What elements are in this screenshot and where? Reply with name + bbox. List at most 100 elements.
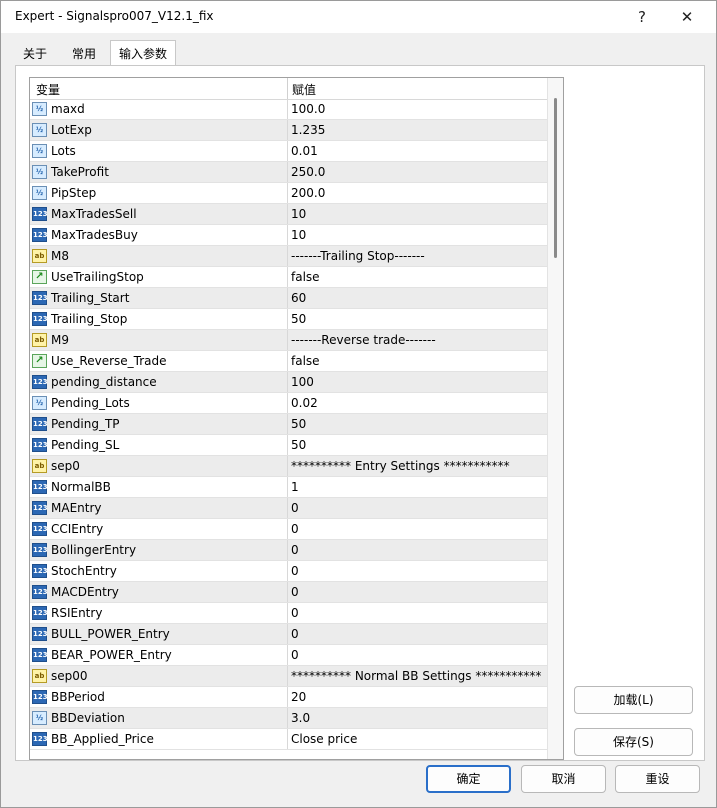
load-button[interactable]: 加载(L) [574, 686, 693, 714]
table-row[interactable]: 123 Pending_TP 50 [30, 414, 547, 435]
string-type-icon: ab [32, 249, 47, 263]
cell-divider [287, 120, 288, 140]
vertical-scrollbar[interactable] [547, 78, 563, 759]
table-row[interactable]: 123 StochEntry 0 [30, 561, 547, 582]
table-row[interactable]: ½ TakeProfit 250.0 [30, 162, 547, 183]
reset-button[interactable]: 重设 [615, 765, 700, 793]
parameter-value[interactable]: 0 [291, 522, 299, 536]
double-type-icon: ½ [32, 711, 47, 725]
table-row[interactable]: 123 BBPeriod 20 [30, 687, 547, 708]
table-row[interactable]: 123 BEAR_POWER_Entry 0 [30, 645, 547, 666]
parameter-name: maxd [51, 102, 85, 116]
table-row[interactable]: ab M8 -------Trailing Stop------- [30, 246, 547, 267]
table-row[interactable]: ½ Lots 0.01 [30, 141, 547, 162]
table-row[interactable]: 123 MAEntry 0 [30, 498, 547, 519]
table-row[interactable]: 123 MaxTradesBuy 10 [30, 225, 547, 246]
table-row[interactable]: 123 BULL_POWER_Entry 0 [30, 624, 547, 645]
parameter-value[interactable]: ********** Entry Settings *********** [291, 459, 510, 473]
column-divider[interactable] [287, 78, 288, 99]
parameter-value[interactable]: 0 [291, 606, 299, 620]
parameter-value[interactable]: 20 [291, 690, 306, 704]
table-row[interactable]: 123 Trailing_Start 60 [30, 288, 547, 309]
parameter-value[interactable]: 0 [291, 585, 299, 599]
cancel-button[interactable]: 取消 [521, 765, 606, 793]
cell-divider [287, 666, 288, 686]
parameter-value[interactable]: 0 [291, 627, 299, 641]
scrollbar-thumb[interactable] [554, 98, 557, 258]
parameter-value[interactable]: -------Trailing Stop------- [291, 249, 425, 263]
table-row[interactable]: ab sep0 ********** Entry Settings ********… [30, 456, 547, 477]
cell-divider [287, 99, 288, 119]
parameter-value[interactable]: 10 [291, 207, 306, 221]
close-button[interactable]: ✕ [670, 5, 704, 29]
boolean-type-icon: ↗ [32, 354, 47, 368]
parameter-value[interactable]: 250.0 [291, 165, 325, 179]
cell-divider [287, 645, 288, 665]
parameter-value[interactable]: Close price [291, 732, 357, 746]
parameter-name: BollingerEntry [51, 543, 137, 557]
table-row[interactable]: 123 Pending_SL 50 [30, 435, 547, 456]
table-row[interactable]: 123 MACDEntry 0 [30, 582, 547, 603]
parameter-value[interactable]: 100 [291, 375, 314, 389]
cell-divider [287, 267, 288, 287]
parameter-value[interactable]: 10 [291, 228, 306, 242]
parameter-value[interactable]: 0.01 [291, 144, 318, 158]
parameter-name: TakeProfit [51, 165, 109, 179]
parameter-value[interactable]: ********** Normal BB Settings **********… [291, 669, 541, 683]
grid-header: 变量 赋值 [30, 78, 547, 100]
integer-type-icon: 123 [32, 480, 48, 494]
parameter-name: BULL_POWER_Entry [51, 627, 170, 641]
parameter-value[interactable]: 0 [291, 648, 299, 662]
cell-divider [287, 687, 288, 707]
cell-divider [287, 540, 288, 560]
table-row[interactable]: ↗ Use_Reverse_Trade false [30, 351, 547, 372]
string-type-icon: ab [32, 459, 47, 473]
parameter-name: UseTrailingStop [51, 270, 144, 284]
parameter-name: RSIEntry [51, 606, 103, 620]
parameter-value[interactable]: 0 [291, 543, 299, 557]
parameter-value[interactable]: 1.235 [291, 123, 325, 137]
column-header-value[interactable]: 赋值 [292, 81, 316, 98]
parameter-value[interactable]: 50 [291, 312, 306, 326]
parameter-value[interactable]: -------Reverse trade------- [291, 333, 436, 347]
table-row[interactable]: ↗ UseTrailingStop false [30, 267, 547, 288]
table-row[interactable]: 123 BollingerEntry 0 [30, 540, 547, 561]
parameter-value[interactable]: 60 [291, 291, 306, 305]
parameter-value[interactable]: false [291, 270, 320, 284]
parameter-value[interactable]: 100.0 [291, 102, 325, 116]
parameter-value[interactable]: false [291, 354, 320, 368]
help-button[interactable]: ? [625, 5, 659, 29]
table-row[interactable]: 123 CCIEntry 0 [30, 519, 547, 540]
ok-button[interactable]: 确定 [426, 765, 511, 793]
parameter-value[interactable]: 0 [291, 501, 299, 515]
table-row[interactable]: ½ PipStep 200.0 [30, 183, 547, 204]
table-row[interactable]: ½ maxd 100.0 [30, 99, 547, 120]
tab-about[interactable]: 关于 [15, 42, 55, 66]
parameter-name: MACDEntry [51, 585, 119, 599]
table-row[interactable]: ½ BBDeviation 3.0 [30, 708, 547, 729]
table-row[interactable]: ab sep00 ********** Normal BB Settings ***… [30, 666, 547, 687]
parameter-value[interactable]: 200.0 [291, 186, 325, 200]
table-row[interactable]: ½ LotExp 1.235 [30, 120, 547, 141]
cell-divider [287, 624, 288, 644]
parameter-value[interactable]: 50 [291, 438, 306, 452]
table-row[interactable]: 123 NormalBB 1 [30, 477, 547, 498]
table-row[interactable]: 123 MaxTradesSell 10 [30, 204, 547, 225]
tab-inputs[interactable]: 输入参数 [110, 40, 176, 68]
parameter-value[interactable]: 3.0 [291, 711, 310, 725]
table-row[interactable]: 123 Trailing_Stop 50 [30, 309, 547, 330]
table-row[interactable]: ½ Pending_Lots 0.02 [30, 393, 547, 414]
parameter-value[interactable]: 1 [291, 480, 299, 494]
cell-divider [287, 582, 288, 602]
column-header-variable[interactable]: 变量 [36, 81, 60, 98]
table-row[interactable]: 123 BB_Applied_Price Close price [30, 729, 547, 750]
table-row[interactable]: 123 pending_distance 100 [30, 372, 547, 393]
parameter-value[interactable]: 0.02 [291, 396, 318, 410]
parameter-value[interactable]: 0 [291, 564, 299, 578]
parameter-value[interactable]: 50 [291, 417, 306, 431]
cell-divider [287, 183, 288, 203]
tab-common[interactable]: 常用 [62, 42, 106, 66]
table-row[interactable]: ab M9 -------Reverse trade------- [30, 330, 547, 351]
save-button[interactable]: 保存(S) [574, 728, 693, 756]
table-row[interactable]: 123 RSIEntry 0 [30, 603, 547, 624]
